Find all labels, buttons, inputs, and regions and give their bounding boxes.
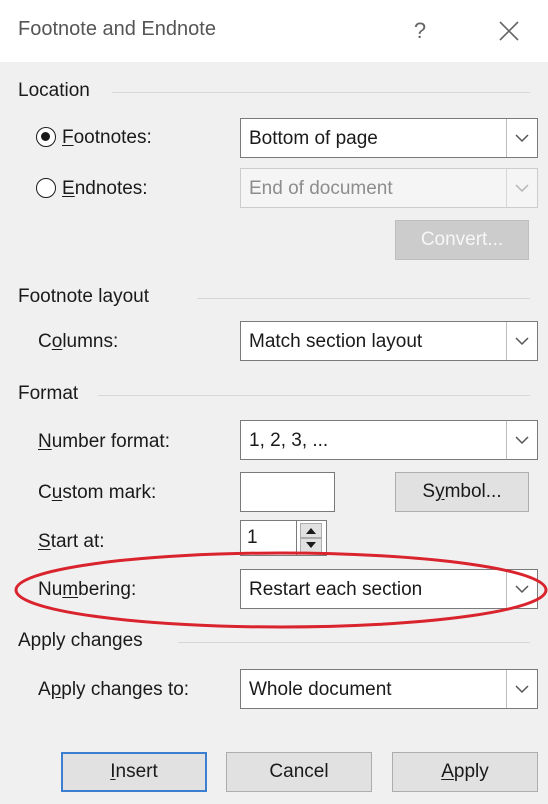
dropdown-arrow bbox=[506, 421, 537, 459]
section-divider bbox=[197, 298, 530, 299]
dialog-title: Footnote and Endnote bbox=[18, 18, 216, 40]
footnotes-radio[interactable] bbox=[36, 127, 56, 147]
endnotes-label: Endnotes: bbox=[62, 178, 148, 199]
endnotes-position-select[interactable]: End of document bbox=[240, 168, 538, 208]
help-button[interactable]: ? bbox=[405, 14, 435, 48]
section-label-apply-changes: Apply changes bbox=[18, 630, 143, 651]
endnotes-radio[interactable] bbox=[36, 178, 56, 198]
start-at-spinner bbox=[297, 520, 327, 556]
start-at-input[interactable]: 1 bbox=[240, 520, 297, 556]
section-label-location: Location bbox=[18, 80, 90, 101]
chevron-down-icon bbox=[515, 184, 529, 193]
apply-changes-to-select[interactable]: Whole document bbox=[240, 669, 538, 709]
footnotes-position-select[interactable]: Bottom of page bbox=[240, 118, 538, 158]
number-format-select[interactable]: 1, 2, 3, ... bbox=[240, 420, 538, 460]
triangle-up-icon bbox=[306, 528, 316, 534]
start-at-value: 1 bbox=[247, 527, 258, 548]
chevron-down-icon bbox=[515, 436, 529, 445]
section-divider bbox=[98, 395, 530, 396]
section-divider bbox=[178, 642, 530, 643]
section-label-footnote-layout: Footnote layout bbox=[18, 286, 149, 307]
apply-changes-to-label: Apply changes to: bbox=[38, 679, 190, 700]
columns-value: Match section layout bbox=[249, 331, 423, 352]
chevron-down-icon bbox=[515, 337, 529, 346]
dropdown-arrow bbox=[506, 670, 537, 708]
footnotes-position-value: Bottom of page bbox=[249, 128, 378, 149]
dropdown-arrow bbox=[506, 570, 537, 608]
custom-mark-label: Custom mark: bbox=[38, 482, 157, 503]
insert-button[interactable]: Insert bbox=[61, 752, 207, 792]
dropdown-arrow bbox=[506, 119, 537, 157]
number-format-label: Number format: bbox=[38, 431, 170, 452]
numbering-value: Restart each section bbox=[249, 579, 423, 600]
custom-mark-input[interactable] bbox=[240, 472, 335, 512]
columns-select[interactable]: Match section layout bbox=[240, 321, 538, 361]
spin-up-button[interactable] bbox=[300, 523, 322, 538]
chevron-down-icon bbox=[515, 134, 529, 143]
dropdown-arrow bbox=[506, 169, 537, 207]
triangle-down-icon bbox=[306, 542, 316, 548]
endnotes-position-value: End of document bbox=[249, 178, 393, 199]
columns-label: Columns: bbox=[38, 331, 119, 352]
section-divider bbox=[112, 92, 530, 93]
start-at-label: Start at: bbox=[38, 531, 105, 552]
close-button[interactable] bbox=[491, 14, 527, 48]
chevron-down-icon bbox=[515, 685, 529, 694]
chevron-down-icon bbox=[515, 585, 529, 594]
spin-down-button[interactable] bbox=[300, 538, 322, 553]
close-icon bbox=[499, 21, 519, 41]
numbering-select[interactable]: Restart each section bbox=[240, 569, 538, 609]
number-format-value: 1, 2, 3, ... bbox=[249, 430, 329, 451]
convert-button[interactable]: Convert... bbox=[395, 220, 529, 260]
cancel-button[interactable]: Cancel bbox=[226, 752, 372, 792]
symbol-button[interactable]: Symbol... bbox=[395, 472, 529, 512]
numbering-label: Numbering: bbox=[38, 579, 137, 600]
apply-changes-to-value: Whole document bbox=[249, 679, 392, 700]
apply-button[interactable]: Apply bbox=[392, 752, 538, 792]
footnote-endnote-dialog: Footnote and Endnote ? Location Footnote… bbox=[0, 0, 548, 804]
section-label-format: Format bbox=[18, 383, 79, 404]
title-bar: Footnote and Endnote ? bbox=[0, 0, 548, 62]
dropdown-arrow bbox=[506, 322, 537, 360]
footnotes-label: Footnotes: bbox=[62, 127, 152, 148]
